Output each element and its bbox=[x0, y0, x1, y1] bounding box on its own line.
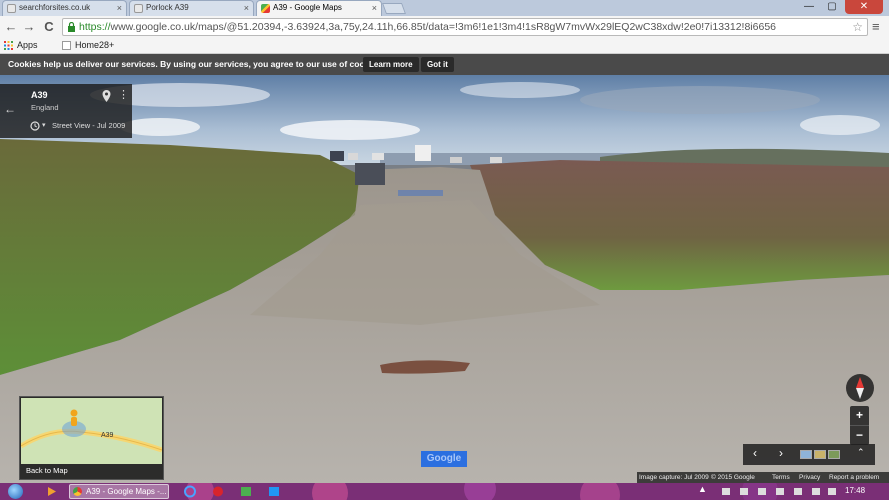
taskbar: A39 - Google Maps -... ▲ 17:48 bbox=[0, 483, 889, 500]
chevron-right-icon[interactable]: › bbox=[779, 446, 783, 460]
bookmarks-bar: Apps Home28+ bbox=[0, 38, 889, 54]
tab-google-maps[interactable]: A39 - Google Maps × bbox=[256, 0, 382, 16]
minimize-button[interactable]: — bbox=[798, 0, 820, 14]
place-region: England bbox=[31, 103, 59, 112]
media-player-icon bbox=[48, 487, 56, 496]
forward-button[interactable]: → bbox=[22, 19, 36, 35]
browser-toolbar: ← → C https://www.google.co.uk/maps/@51.… bbox=[0, 16, 889, 38]
terms-link[interactable]: Terms bbox=[772, 472, 790, 483]
map-pin-icon[interactable] bbox=[102, 90, 111, 102]
google-logo: Google bbox=[421, 451, 467, 467]
taskbar-chrome-task[interactable]: A39 - Google Maps -... bbox=[69, 484, 169, 499]
cookie-message: Cookies help us deliver our services. By… bbox=[8, 59, 384, 69]
compass-icon[interactable] bbox=[845, 373, 875, 403]
tray-app-icon[interactable] bbox=[758, 488, 766, 495]
zoom-control: + − bbox=[850, 406, 869, 445]
back-to-map-link[interactable]: Back to Map bbox=[26, 466, 68, 475]
expand-icon[interactable]: ⌃ bbox=[857, 447, 865, 458]
taskbar-opera[interactable] bbox=[204, 484, 232, 499]
mini-map-image[interactable]: A39 bbox=[21, 398, 162, 464]
tray-overflow-icon[interactable]: ▲ bbox=[698, 484, 707, 494]
url-text: https://www.google.co.uk/maps/@51.20394,… bbox=[79, 20, 776, 35]
learn-more-button[interactable]: Learn more bbox=[363, 57, 419, 72]
taskbar-task-label: A39 - Google Maps -... bbox=[86, 487, 167, 496]
lock-icon bbox=[68, 22, 75, 32]
network-signal-icon[interactable] bbox=[812, 488, 820, 495]
tray-app-icon[interactable] bbox=[794, 488, 802, 495]
back-arrow-icon[interactable]: ← bbox=[4, 102, 16, 116]
place-info-card: ← A39 England ⋮ ▾ Street View - Jul 2009 bbox=[0, 84, 132, 138]
taskbar-media-player[interactable] bbox=[38, 484, 66, 499]
bookmark-star-icon[interactable]: ☆ bbox=[852, 19, 863, 35]
tray-app-icon[interactable] bbox=[740, 488, 748, 495]
photo-filmstrip: ‹ › ⌃ bbox=[743, 444, 875, 465]
google-maps-icon bbox=[261, 4, 270, 13]
thumbnail-2[interactable] bbox=[814, 450, 826, 459]
back-button[interactable]: ← bbox=[4, 19, 18, 35]
new-tab-button[interactable] bbox=[381, 3, 407, 14]
taskbar-app-4[interactable] bbox=[232, 484, 260, 499]
chrome-icon bbox=[73, 487, 82, 496]
url-path: www.google.co.uk/maps/@51.20394,-3.63924… bbox=[110, 21, 776, 33]
bookmark-label: Home28+ bbox=[75, 40, 115, 50]
place-name: A39 bbox=[31, 90, 48, 100]
image-capture-date: Image capture: Jul 2009 bbox=[639, 474, 709, 481]
cookie-banner: Cookies help us deliver our services. By… bbox=[0, 54, 889, 75]
tray-app-icon[interactable] bbox=[776, 488, 784, 495]
address-bar[interactable]: https://www.google.co.uk/maps/@51.20394,… bbox=[62, 18, 868, 36]
street-view-date: Street View - Jul 2009 bbox=[52, 121, 126, 130]
application-icon bbox=[269, 487, 279, 496]
copyright-text: © 2015 Google bbox=[711, 474, 755, 481]
start-button[interactable] bbox=[8, 484, 23, 499]
chevron-left-icon[interactable]: ‹ bbox=[753, 446, 757, 460]
volume-icon[interactable] bbox=[828, 488, 836, 495]
bookmark-home28[interactable]: Home28+ bbox=[62, 39, 114, 52]
url-scheme: https:// bbox=[79, 21, 111, 33]
window-close-button[interactable]: ✕ bbox=[845, 0, 883, 14]
mini-map-road-label: A39 bbox=[101, 432, 114, 439]
close-icon[interactable]: × bbox=[372, 1, 377, 15]
report-problem-link[interactable]: Report a problem bbox=[829, 472, 879, 483]
chevron-down-icon[interactable]: ▾ bbox=[42, 121, 46, 129]
apps-icon bbox=[4, 41, 13, 50]
tab-label: A39 - Google Maps bbox=[273, 3, 342, 12]
close-icon[interactable]: × bbox=[117, 1, 122, 15]
tab-label: searchforsites.co.uk bbox=[19, 3, 91, 12]
zoom-out-button[interactable]: − bbox=[850, 426, 869, 445]
zoom-in-button[interactable]: + bbox=[850, 406, 869, 425]
page-icon bbox=[134, 4, 143, 13]
bookmark-apps[interactable]: Apps bbox=[4, 39, 38, 52]
chrome-menu-icon[interactable]: ≡ bbox=[872, 19, 880, 34]
more-options-icon[interactable]: ⋮ bbox=[118, 89, 129, 101]
application-icon bbox=[241, 487, 251, 496]
map-footer: Image capture: Jul 2009 © 2015 Google Te… bbox=[637, 472, 889, 483]
thumbnail-1[interactable] bbox=[800, 450, 812, 459]
got-it-button[interactable]: Got it bbox=[421, 57, 454, 72]
taskbar-clock[interactable]: 17:48 bbox=[845, 486, 865, 495]
tab-label: Porlock A39 bbox=[146, 3, 189, 12]
reload-button[interactable]: C bbox=[42, 19, 56, 35]
tab-porlock-a39[interactable]: Porlock A39 × bbox=[129, 0, 254, 16]
time-travel-icon[interactable] bbox=[30, 121, 40, 131]
bookmark-label: Apps bbox=[17, 40, 38, 50]
tab-strip: searchforsites.co.uk × Porlock A39 × A39… bbox=[0, 0, 889, 16]
taskbar-app-5[interactable] bbox=[260, 484, 288, 499]
close-icon[interactable]: × bbox=[244, 1, 249, 15]
page-icon bbox=[7, 4, 16, 13]
taskbar-ie[interactable] bbox=[176, 484, 204, 499]
page-icon bbox=[62, 41, 71, 50]
privacy-link[interactable]: Privacy bbox=[799, 472, 820, 483]
network-icon[interactable] bbox=[722, 488, 730, 495]
thumbnail-3[interactable] bbox=[828, 450, 840, 459]
tab-searchforsites[interactable]: searchforsites.co.uk × bbox=[2, 0, 127, 16]
mini-map[interactable]: A39 Back to Map bbox=[19, 396, 164, 480]
internet-explorer-icon bbox=[184, 485, 196, 498]
opera-icon bbox=[213, 486, 223, 497]
maximize-button[interactable]: ▢ bbox=[821, 0, 843, 14]
